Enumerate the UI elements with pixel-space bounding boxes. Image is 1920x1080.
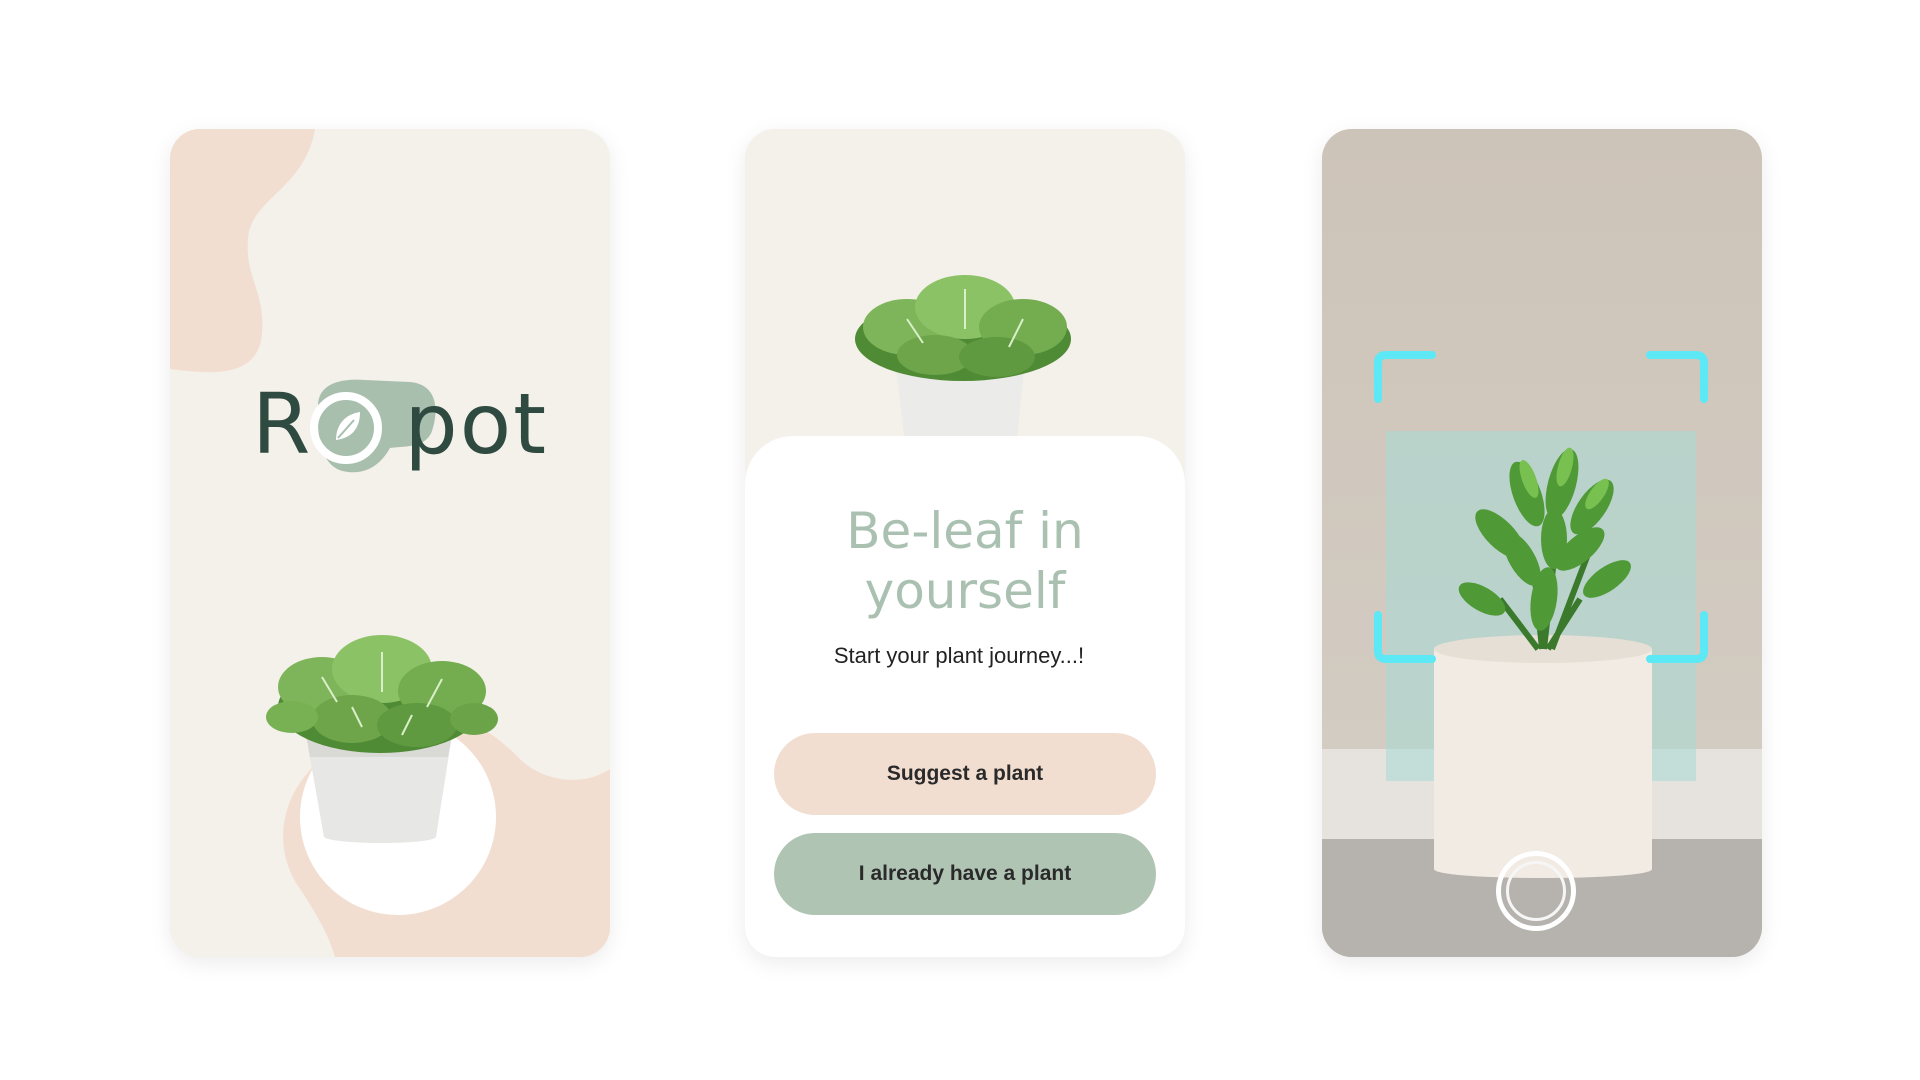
fittonia-plant-image <box>855 275 1071 459</box>
logo-letter-r: R <box>252 375 313 473</box>
headline: Be-leaf in yourself <box>846 502 1084 620</box>
fittonia-plant-image <box>266 635 498 843</box>
scan-frame-corners <box>1374 351 1708 663</box>
splash-screen: R pot <box>170 129 610 957</box>
welcome-screen: Be-leaf in yourself Start your plant jou… <box>745 129 1185 957</box>
leaf-icon <box>310 378 436 473</box>
scan-screen <box>1322 129 1762 957</box>
camera-shutter-icon[interactable] <box>1496 851 1576 931</box>
logo-letters-pot: pot <box>404 375 549 473</box>
subline: Start your plant journey...! <box>833 643 1085 668</box>
suggest-plant-button[interactable]: Suggest a plant <box>774 733 1156 815</box>
already-have-plant-button[interactable]: I already have a plant <box>774 833 1156 915</box>
app-logo: R pot <box>252 375 548 473</box>
welcome-sheet: Be-leaf in yourself Start your plant jou… <box>745 436 1185 957</box>
shutter-inner-ring <box>1506 861 1566 921</box>
